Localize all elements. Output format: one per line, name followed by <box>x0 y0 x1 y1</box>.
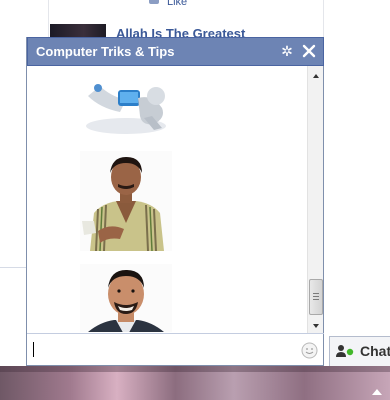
message-image[interactable] <box>80 264 172 332</box>
chat-header[interactable]: Computer Triks & Tips ✲ <box>27 37 324 66</box>
chat-message-input[interactable] <box>31 339 297 361</box>
chat-tab[interactable]: Chat <box>329 336 390 366</box>
scroll-up-arrow-icon[interactable] <box>308 69 324 83</box>
close-icon[interactable] <box>301 42 317 60</box>
like-icon[interactable] <box>149 0 159 4</box>
chat-scrollbar[interactable] <box>307 66 323 333</box>
divider <box>0 267 26 268</box>
chat-conversation <box>27 66 307 332</box>
taskbar-up-arrow-icon[interactable] <box>370 384 384 395</box>
chat-window: Computer Triks & Tips ✲ <box>26 37 324 366</box>
online-friends-icon <box>336 344 354 358</box>
gear-icon[interactable]: ✲ <box>279 42 295 60</box>
chat-title[interactable]: Computer Triks & Tips <box>36 44 174 59</box>
scroll-down-arrow-icon[interactable] <box>308 319 324 333</box>
smiley-icon[interactable] <box>301 342 318 359</box>
message-image[interactable] <box>80 66 172 136</box>
chat-tab-label: Chat <box>360 343 390 359</box>
message-image[interactable] <box>80 151 172 251</box>
divider <box>27 333 324 334</box>
like-link[interactable]: Like <box>167 0 187 8</box>
desktop-shade <box>0 366 390 372</box>
scrollbar-thumb[interactable] <box>309 279 323 315</box>
text-caret <box>33 342 34 357</box>
